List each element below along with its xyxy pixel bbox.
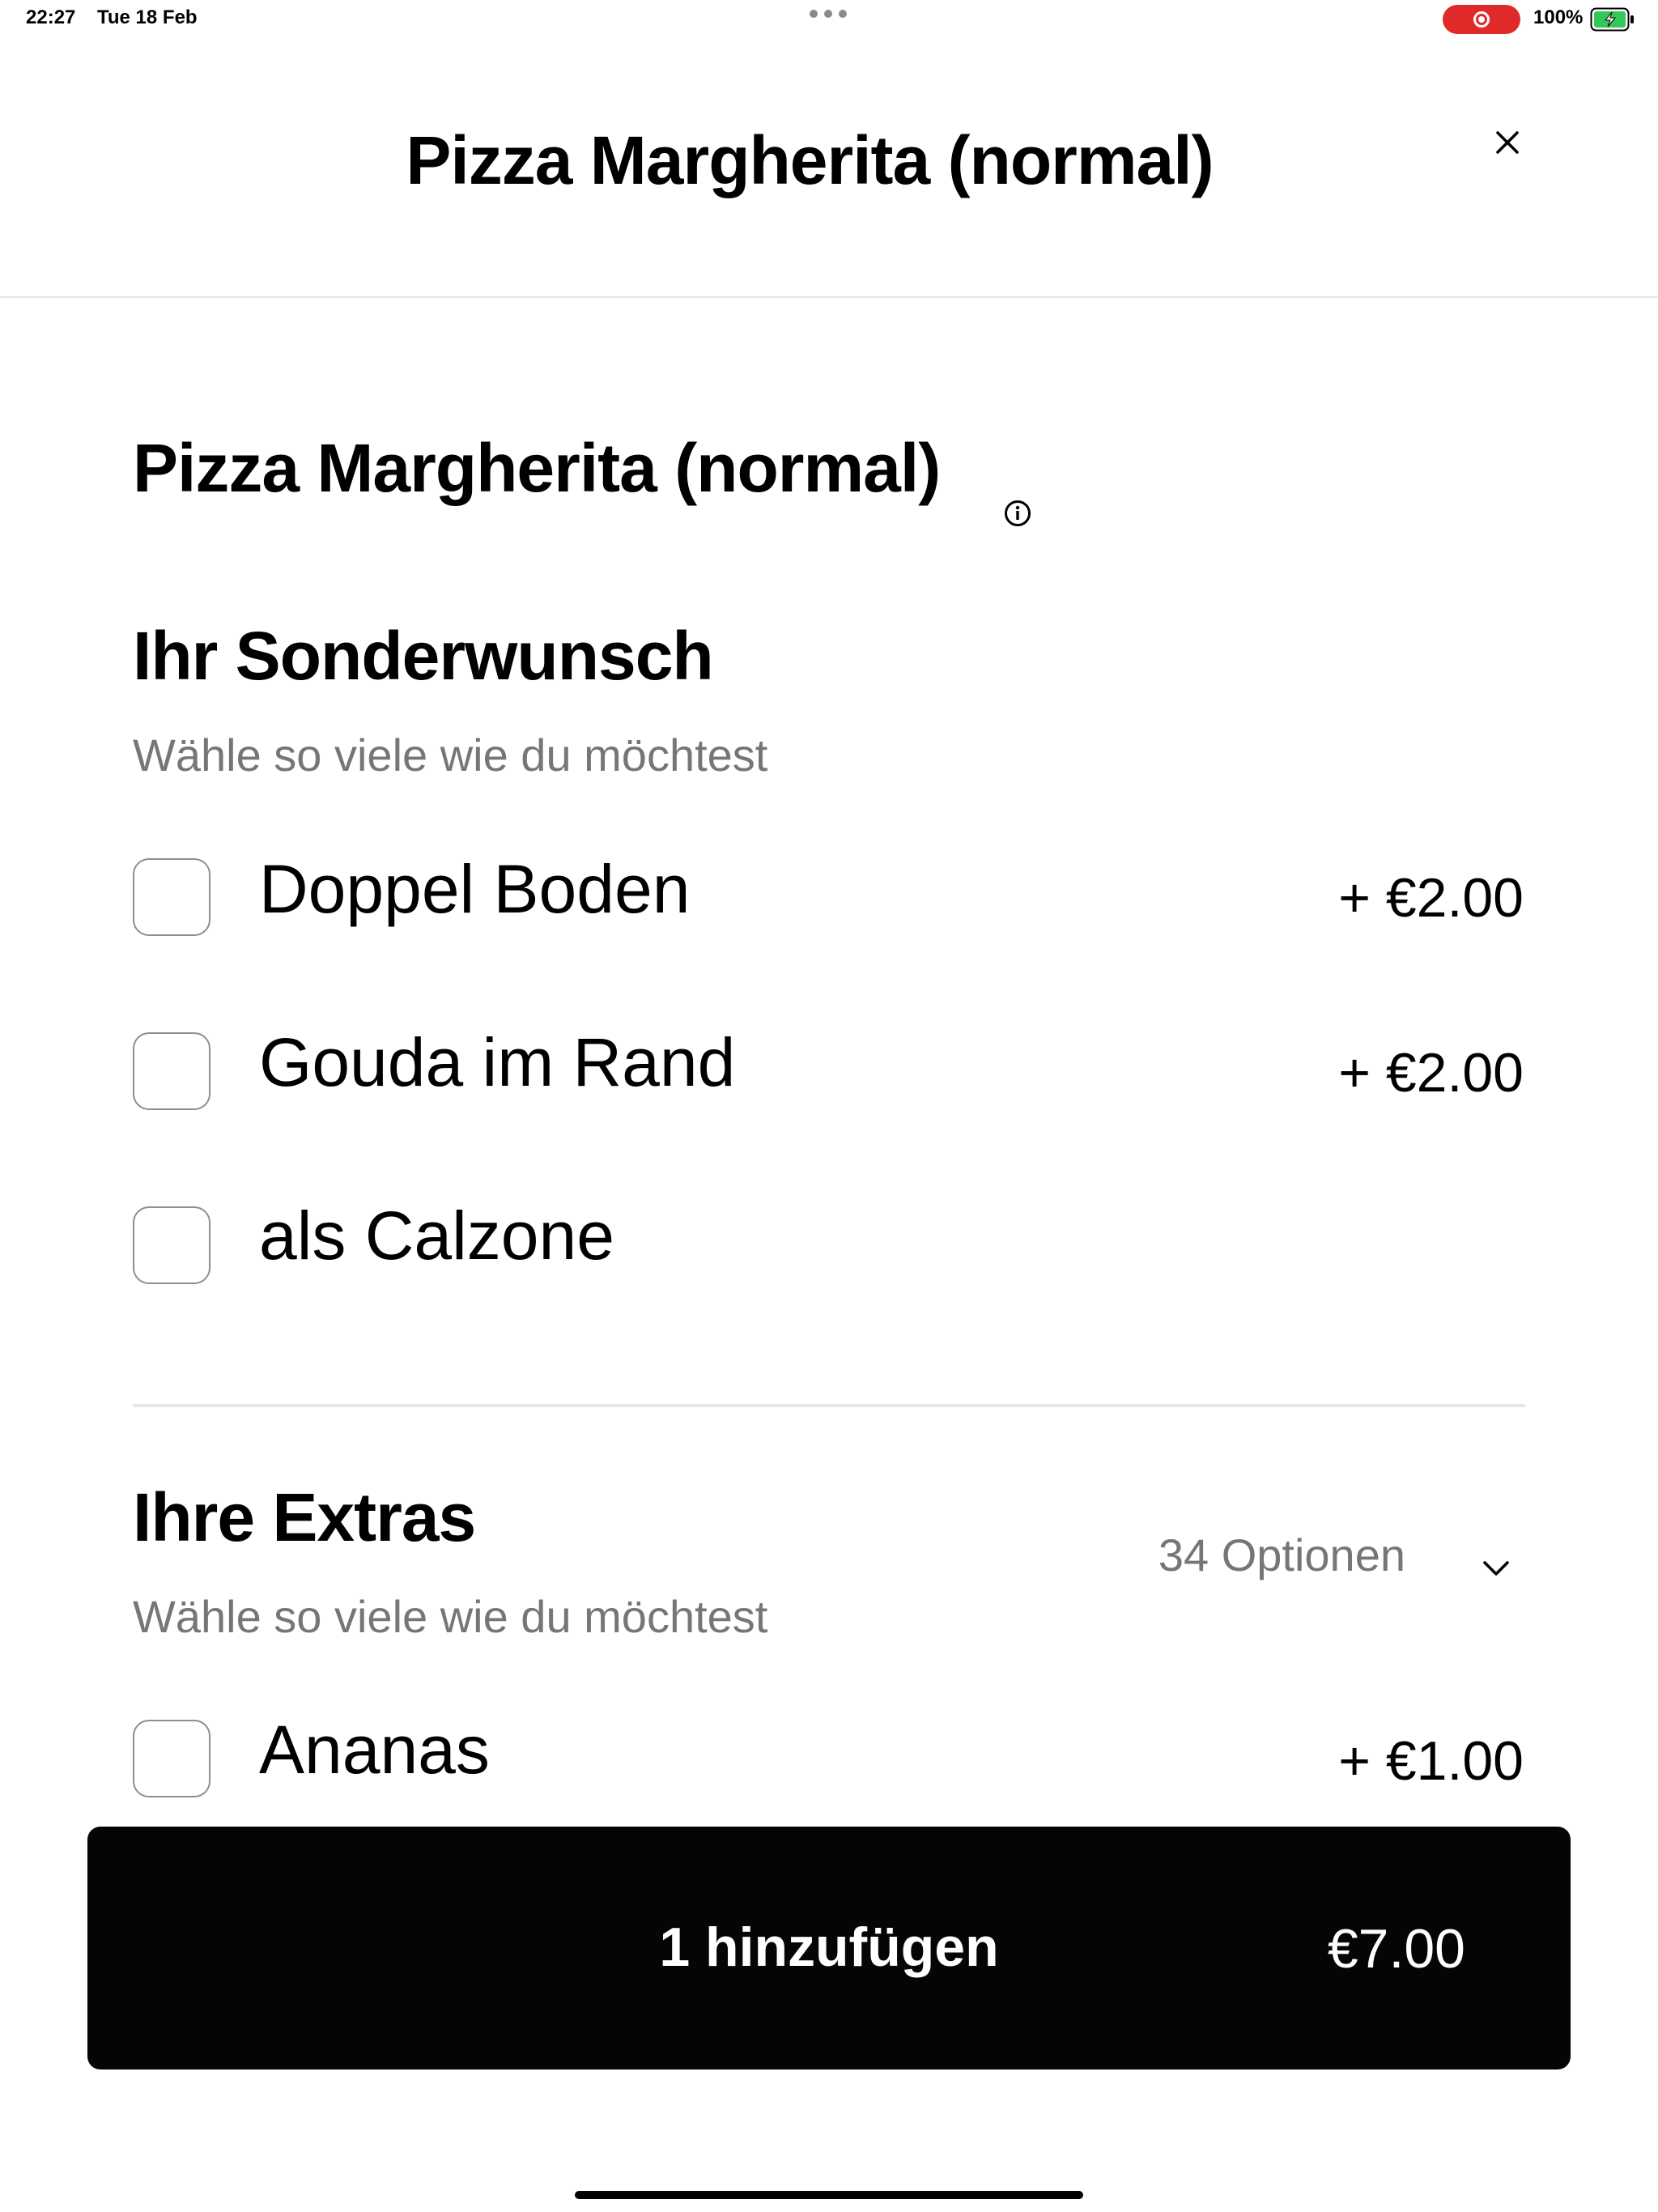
battery-percentage: 100% [1533, 6, 1584, 28]
status-date: Tue 18 Feb [97, 6, 198, 28]
record-icon [1473, 11, 1490, 28]
item-title: Pizza Margherita (normal) [133, 430, 941, 506]
option-price: + €1.00 [1338, 1730, 1524, 1792]
option-label[interactable]: Gouda im Rand [259, 1023, 735, 1102]
section-divider [133, 1404, 1525, 1407]
option-price: + €2.00 [1338, 867, 1524, 929]
option-label[interactable]: Ananas [259, 1711, 490, 1789]
close-button[interactable] [1488, 123, 1527, 162]
status-time: 22:27 [26, 6, 76, 28]
header-divider [0, 296, 1658, 298]
section-title-extras: Ihre Extras [133, 1479, 476, 1555]
screen-recording-indicator[interactable] [1443, 5, 1520, 34]
add-to-cart-price[interactable]: €7.00 [1328, 1917, 1465, 1980]
checkbox-als-calzone[interactable] [133, 1206, 210, 1284]
home-indicator[interactable] [575, 2191, 1083, 2199]
close-icon [1496, 131, 1519, 154]
option-label[interactable]: als Calzone [259, 1197, 614, 1275]
chevron-down-icon[interactable] [1480, 1556, 1512, 1579]
section-subtitle-sonderwunsch: Wähle so viele wie du möchtest [133, 730, 768, 781]
extras-options-count[interactable]: 34 Optionen [1158, 1529, 1405, 1581]
option-label[interactable]: Doppel Boden [259, 850, 690, 929]
info-icon[interactable] [1004, 500, 1031, 527]
option-price: + €2.00 [1338, 1042, 1524, 1104]
battery-charging-icon [1590, 7, 1634, 32]
checkbox-ananas[interactable] [133, 1720, 210, 1797]
checkbox-gouda-im-rand[interactable] [133, 1032, 210, 1110]
section-title-sonderwunsch: Ihr Sonderwunsch [133, 618, 714, 694]
multitasking-dots-icon[interactable] [810, 10, 847, 18]
modal-title: Pizza Margherita (normal) [406, 122, 1214, 198]
checkbox-doppel-boden[interactable] [133, 858, 210, 936]
section-subtitle-extras: Wähle so viele wie du möchtest [133, 1591, 768, 1642]
